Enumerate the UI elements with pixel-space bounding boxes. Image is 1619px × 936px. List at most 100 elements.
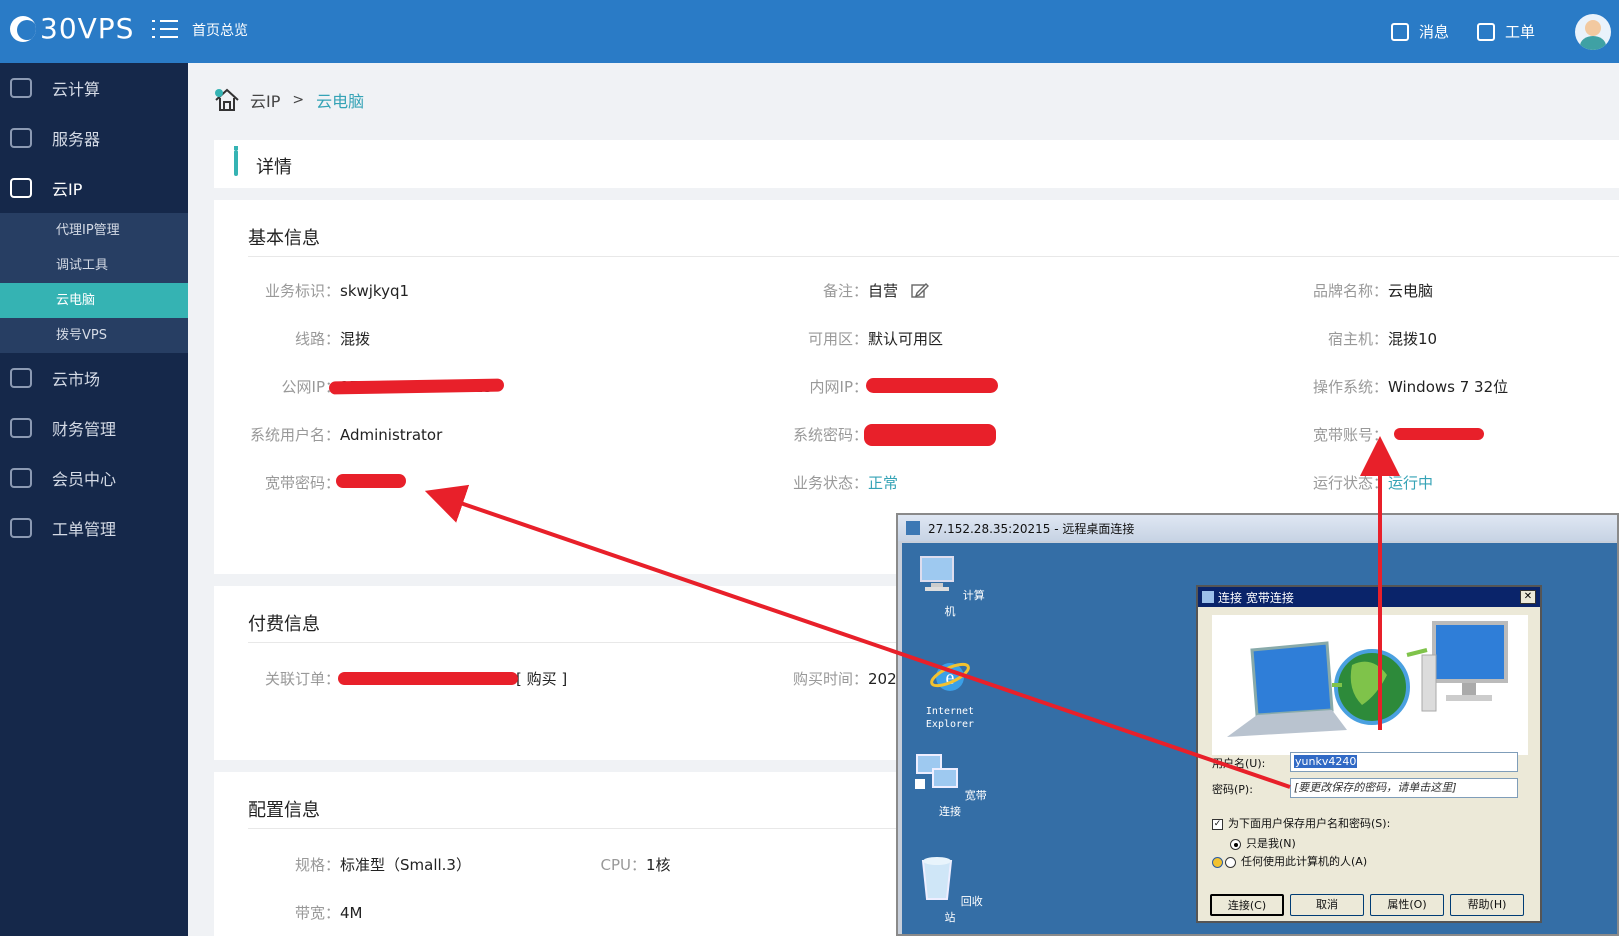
market-icon: [10, 368, 32, 388]
username-label: 用户名(U):: [1212, 757, 1266, 770]
desktop-icon-recycle-bin[interactable]: 回收站: [912, 855, 988, 925]
sidebar-item-label: 云IP: [52, 180, 83, 199]
redaction-mark: [336, 474, 406, 488]
breadcrumb-cloud-ip[interactable]: 云IP: [250, 88, 280, 112]
top-bar: 30VPS 首页总览 消息 工单: [0, 0, 1619, 63]
redaction-mark: [1394, 428, 1484, 440]
sidebar-item-cloud-ip[interactable]: 云IP: [0, 163, 188, 213]
recycle-bin-icon: [922, 857, 953, 900]
sidebar-item-label: 云计算: [52, 80, 101, 99]
desktop-icon-computer[interactable]: 计算机: [912, 555, 988, 619]
sidebar-subitem-proxy-ip[interactable]: 代理IP管理: [0, 213, 188, 248]
rdp-title: 27.152.28.35:20215 - 远程桌面连接: [928, 521, 1135, 536]
spec-value: 标准型（Small.3）: [340, 856, 471, 874]
run-status-badge: 运行中: [1388, 474, 1434, 492]
sidebar-item-label: 会员中心: [52, 470, 117, 489]
username-value: yunkv4240: [1294, 755, 1358, 768]
sidebar: 云计算 服务器 云IP 代理IP管理 调试工具 云电脑 拨号VPS 云市场 财务…: [0, 63, 188, 936]
monitor-icon: [10, 178, 32, 198]
info-icon: [234, 146, 238, 176]
divider: [248, 256, 1619, 257]
sidebar-subitem-cloud-pc[interactable]: 云电脑: [0, 283, 188, 318]
detail-header: 详情: [214, 140, 1619, 188]
logo-icon: [10, 15, 36, 42]
sidebar-item-member[interactable]: 会员中心: [0, 453, 188, 503]
run-status-label: 运行状态：: [1312, 474, 1388, 492]
sys-user-label: 系统用户名：: [249, 426, 340, 444]
tickets-button[interactable]: 工单: [1476, 21, 1535, 42]
rdp-icon: [906, 521, 920, 535]
checkbox-checked-icon: ✓: [1212, 818, 1223, 830]
sidebar-item-label: 云市场: [52, 370, 101, 389]
desktop-icon-ie[interactable]: e Internet Explorer: [912, 653, 988, 730]
password-label: 密码(P):: [1212, 783, 1253, 796]
buy-link[interactable]: [ 购买 ]: [516, 670, 567, 688]
os-label: 操作系统：: [1312, 378, 1388, 396]
sidebar-subitem-debug-tools[interactable]: 调试工具: [0, 248, 188, 283]
page-title: 详情: [256, 157, 292, 178]
bb-pwd-label: 宽带密码：: [264, 474, 340, 492]
logo[interactable]: 30VPS: [10, 12, 134, 45]
tickets-label: 工单: [1504, 23, 1535, 41]
computer-icon: [920, 556, 955, 591]
sidebar-item-tickets[interactable]: 工单管理: [0, 503, 188, 553]
sys-pwd-label: 系统密码：: [792, 426, 868, 444]
messages-button[interactable]: 消息: [1390, 21, 1449, 42]
breadcrumb-current: 云电脑: [316, 92, 365, 111]
connect-button[interactable]: 连接(C): [1210, 894, 1284, 916]
spec-label: 规格：: [294, 856, 340, 874]
user-icon: [10, 468, 32, 488]
logo-text: 30VPS: [40, 12, 135, 45]
close-icon[interactable]: ✕: [1520, 590, 1536, 604]
edit-icon[interactable]: [911, 281, 929, 299]
cancel-button[interactable]: 取消: [1290, 894, 1364, 916]
host-label: 宿主机：: [1327, 330, 1388, 348]
remark-value: 自营: [868, 282, 899, 300]
messages-label: 消息: [1418, 23, 1449, 41]
sidebar-item-cloud-compute[interactable]: 云计算: [0, 63, 188, 113]
brand-value: 云电脑: [1388, 282, 1434, 300]
line-value: 混拨: [340, 330, 371, 348]
private-ip-label: 内网IP：: [809, 378, 868, 396]
desktop-icon-broadband[interactable]: 宽带连接: [912, 753, 988, 819]
password-input[interactable]: [要更改保存的密码，请单击这里]: [1290, 778, 1518, 798]
redaction-mark: [866, 378, 998, 393]
rdp-title-bar[interactable]: 27.152.28.35:20215 - 远程桌面连接: [898, 515, 1617, 541]
sidebar-item-label: 服务器: [52, 130, 101, 149]
home-icon[interactable]: [214, 88, 240, 112]
breadcrumb-separator: >: [292, 92, 305, 108]
sidebar-item-server[interactable]: 服务器: [0, 113, 188, 163]
sys-user-value: Administrator: [340, 426, 443, 444]
redaction-mark: [864, 424, 996, 446]
bb-account-label: 宽带账号：: [1312, 426, 1388, 444]
sidebar-item-finance[interactable]: 财务管理: [0, 403, 188, 453]
remote-desktop-window[interactable]: 27.152.28.35:20215 - 远程桌面连接 计算机 e Intern…: [896, 513, 1619, 936]
network-connection-icon: [915, 754, 959, 789]
sidebar-item-label: 工单管理: [52, 520, 117, 539]
section-title-config: 配置信息: [248, 800, 320, 821]
help-button[interactable]: 帮助(H): [1450, 894, 1524, 916]
radio-selected-icon: [1230, 838, 1241, 850]
dialog-title-bar[interactable]: 连接 宽带连接: [1198, 587, 1540, 607]
brand-label: 品牌名称：: [1312, 282, 1388, 300]
server-icon: [10, 128, 32, 148]
properties-button[interactable]: 属性(O): [1370, 894, 1444, 916]
section-title-basic: 基本信息: [248, 228, 320, 249]
zone-value: 默认可用区: [868, 330, 944, 348]
bandwidth-value: 4M: [340, 904, 363, 922]
buy-time-value: 202: [868, 670, 897, 688]
radio-only-me[interactable]: 只是我(N): [1230, 835, 1296, 851]
radio-anyone[interactable]: 任何使用此计算机的人(A): [1212, 853, 1367, 869]
cpu-label: CPU：: [600, 856, 647, 874]
dialog-title: 连接 宽带连接: [1218, 590, 1294, 605]
avatar[interactable]: [1575, 13, 1611, 50]
sidebar-item-label: 财务管理: [52, 420, 117, 439]
sidebar-item-market[interactable]: 云市场: [0, 353, 188, 403]
save-credentials-checkbox[interactable]: ✓ 为下面用户保存用户名和密码(S):: [1212, 815, 1390, 831]
service-id-value: skwjkyq1: [340, 282, 410, 300]
home-overview-link[interactable]: 首页总览: [192, 20, 248, 40]
menu-toggle-icon[interactable]: [152, 18, 178, 40]
sidebar-subitem-dial-vps[interactable]: 拨号VPS: [0, 318, 188, 353]
username-input[interactable]: yunkv4240: [1290, 752, 1518, 772]
breadcrumb: 云IP > 云电脑: [214, 88, 364, 112]
